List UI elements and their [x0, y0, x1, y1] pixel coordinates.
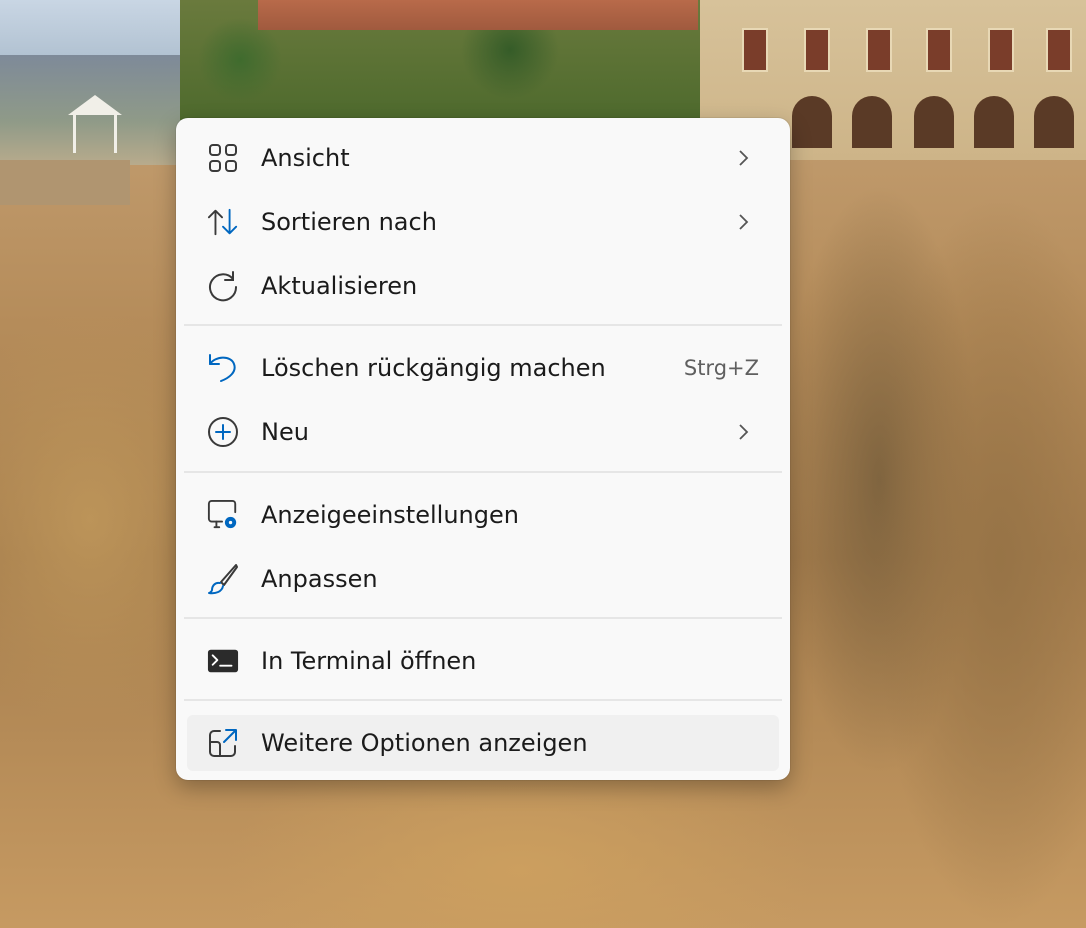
menu-item-label: Weitere Optionen anzeigen — [261, 729, 588, 757]
menu-separator — [184, 617, 782, 619]
chevron-right-icon — [733, 422, 753, 442]
menu-item-open-terminal[interactable]: In Terminal öffnen — [187, 633, 779, 689]
building-arch — [852, 96, 892, 148]
shortcut-hint: Strg+Z — [683, 356, 759, 380]
menu-item-label: Anpassen — [261, 565, 378, 593]
chevron-right-icon — [733, 212, 753, 232]
menu-item-display-settings[interactable]: Anzeigeeinstellungen — [187, 487, 779, 543]
menu-item-label: In Terminal öffnen — [261, 647, 477, 675]
refresh-icon — [207, 270, 239, 302]
new-plus-icon — [207, 416, 239, 448]
terminal-icon — [207, 645, 239, 677]
menu-item-sort-by[interactable]: Sortieren nach — [187, 194, 779, 250]
undo-icon — [207, 352, 239, 384]
building-window — [1046, 28, 1072, 72]
menu-item-label: Neu — [261, 418, 309, 446]
sort-arrows-icon — [207, 206, 239, 238]
building-window — [926, 28, 952, 72]
menu-item-refresh[interactable]: Aktualisieren — [187, 258, 779, 314]
building-arch — [1034, 96, 1074, 148]
building-window — [988, 28, 1014, 72]
chevron-right-icon — [733, 148, 753, 168]
building-window — [742, 28, 768, 72]
brush-icon — [207, 563, 239, 595]
display-settings-icon — [207, 499, 239, 531]
menu-separator — [184, 324, 782, 326]
building-arch — [792, 96, 832, 148]
menu-item-label: Anzeigeeinstellungen — [261, 501, 519, 529]
menu-item-label: Ansicht — [261, 144, 350, 172]
menu-item-undo-delete[interactable]: Löschen rückgängig machen Strg+Z — [187, 340, 779, 396]
desktop-context-menu: Ansicht Sortieren nach Aktualisieren Lös… — [176, 118, 790, 780]
menu-item-label: Löschen rückgängig machen — [261, 354, 606, 382]
building-arch — [974, 96, 1014, 148]
menu-separator — [184, 471, 782, 473]
open-external-icon — [207, 727, 239, 759]
menu-item-label: Sortieren nach — [261, 208, 437, 236]
menu-item-view[interactable]: Ansicht — [187, 130, 779, 186]
wallpaper-roof — [258, 0, 698, 30]
grid-view-icon — [207, 142, 239, 174]
menu-item-show-more-options[interactable]: Weitere Optionen anzeigen — [187, 715, 779, 771]
wallpaper-ledge — [0, 160, 130, 205]
building-arch — [914, 96, 954, 148]
menu-item-new[interactable]: Neu — [187, 404, 779, 460]
menu-item-label: Aktualisieren — [261, 272, 418, 300]
menu-item-personalize[interactable]: Anpassen — [187, 551, 779, 607]
menu-separator — [184, 699, 782, 701]
building-window — [804, 28, 830, 72]
wallpaper-gazebo — [68, 95, 122, 155]
building-window — [866, 28, 892, 72]
